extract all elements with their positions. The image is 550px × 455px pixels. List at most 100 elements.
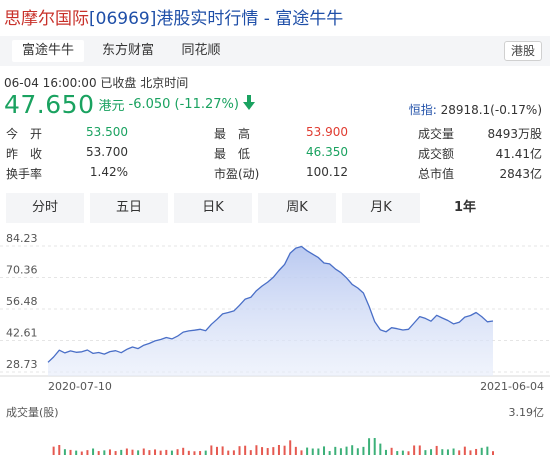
volume-bar <box>52 446 55 455</box>
period-tab-bar: 分时 五日 日K 周K 月K 1年 <box>0 193 550 225</box>
volume-bar <box>238 446 241 455</box>
stat-label-low: 最 低 <box>214 147 251 161</box>
price-chart[interactable]: 84.23 70.36 56.48 42.61 28.73 2020-07-10 2021-… <box>0 226 550 455</box>
volume-bar <box>373 438 376 455</box>
volume-bar <box>334 446 337 455</box>
volume-bar <box>446 449 449 455</box>
index-value: 28918.1(-0.17%) <box>440 103 542 117</box>
volume-bar <box>475 448 478 455</box>
volume-bar <box>323 446 326 455</box>
market-status: 已收盘 <box>100 76 137 90</box>
volume-bar <box>328 451 331 455</box>
stat-label-turnover-rate: 换手率 <box>6 167 43 181</box>
volume-bar <box>351 445 354 455</box>
volume-bar <box>311 448 314 455</box>
volume-bar <box>345 446 348 455</box>
stat-value-high: 53.900 <box>306 125 348 139</box>
tab-monthly-k[interactable]: 月K <box>342 193 420 223</box>
volume-bar <box>86 450 89 455</box>
volume-bar <box>125 448 128 455</box>
volume-bar <box>306 447 309 455</box>
volume-bar <box>154 449 157 455</box>
stat-value-market-cap: 2843亿 <box>499 167 542 181</box>
volume-bar <box>424 450 427 455</box>
volume-bar <box>384 449 387 455</box>
tab-weekly-k[interactable]: 周K <box>258 193 336 223</box>
volume-bar <box>215 446 218 455</box>
index-label[interactable]: 恒指: <box>409 103 437 117</box>
volume-bar <box>193 451 196 455</box>
tab-five-day[interactable]: 五日 <box>90 193 168 223</box>
volume-bar <box>458 450 461 455</box>
volume-bar <box>272 447 275 455</box>
down-arrow-icon <box>242 95 255 114</box>
y-tick-label: 84.23 <box>6 232 38 245</box>
source-tab-bar: 富途牛牛 东方财富 同花顺 港股 <box>0 36 550 66</box>
volume-bar <box>401 450 404 455</box>
volume-bar <box>165 449 168 455</box>
volume-bar <box>97 451 100 455</box>
volume-bar <box>232 450 235 455</box>
volume-bar <box>170 450 173 455</box>
source-tab-futu[interactable]: 富途牛牛 <box>12 40 84 62</box>
volume-bar <box>368 438 371 455</box>
volume-bar <box>159 450 162 455</box>
y-tick-label: 56.48 <box>6 295 38 308</box>
quote-stats: 今 开 53.500 昨 收 53.700 换手率 1.42% 最 高 53.9… <box>0 125 550 185</box>
volume-bar <box>480 447 483 455</box>
volume-bar <box>148 450 151 455</box>
volume-bar <box>300 450 303 455</box>
stat-value-volume: 8493万股 <box>487 127 542 141</box>
volume-bar <box>69 449 72 455</box>
stat-label-high: 最 高 <box>214 127 251 141</box>
x-start-date-label: 2020-07-10 <box>48 380 112 393</box>
quote-datetime: 06-04 16:00:00 <box>4 76 97 90</box>
tab-intraday[interactable]: 分时 <box>6 193 84 223</box>
stat-label-market-cap: 总市值 <box>418 167 455 181</box>
volume-bar <box>390 447 393 455</box>
stat-label-amount: 成交额 <box>418 147 455 161</box>
stat-value-amount: 41.41亿 <box>495 147 542 161</box>
volume-bar <box>418 445 421 455</box>
stat-value-prev-close: 53.700 <box>86 145 128 159</box>
last-price: 47.650 <box>4 90 95 119</box>
company-name-link[interactable]: 思摩尔国际 <box>4 9 89 29</box>
volume-bar <box>199 451 202 455</box>
stat-value-pe: 100.12 <box>306 165 348 179</box>
volume-bar <box>80 451 83 455</box>
volume-bar <box>266 448 269 455</box>
volume-bar <box>63 449 66 455</box>
volume-bar <box>492 451 494 455</box>
volume-bar <box>176 449 179 455</box>
source-tab-tonghuashun[interactable]: 同花顺 <box>170 40 232 62</box>
volume-bar <box>356 448 359 455</box>
volume-bar <box>294 446 297 455</box>
volume-bar <box>92 448 95 455</box>
volume-bar <box>221 446 224 455</box>
volume-bar <box>413 445 416 455</box>
source-tab-eastmoney[interactable]: 东方财富 <box>92 40 164 62</box>
tab-daily-k[interactable]: 日K <box>174 193 252 223</box>
volume-bar <box>277 445 280 455</box>
stat-value-low: 46.350 <box>306 145 348 159</box>
volume-bar <box>210 445 213 455</box>
volume-bar <box>187 450 190 455</box>
volume-bar <box>131 449 134 455</box>
x-end-date-label: 2021-06-04 <box>480 380 544 393</box>
volume-bar <box>396 451 399 455</box>
y-tick-label: 42.61 <box>6 326 38 339</box>
y-tick-label: 28.73 <box>6 358 38 371</box>
volume-bar <box>469 450 472 455</box>
market-badge[interactable]: 港股 <box>503 41 542 61</box>
title-text[interactable]: [06969]港股实时行情 - 富途牛牛 <box>89 9 343 29</box>
volume-bar <box>317 448 320 455</box>
stat-value-open: 53.500 <box>86 125 128 139</box>
volume-bar <box>244 445 247 455</box>
stat-label-prev-close: 昨 收 <box>6 147 43 161</box>
volume-bar <box>261 447 264 455</box>
volume-bar <box>435 445 438 455</box>
tab-one-year[interactable]: 1年 <box>426 193 504 223</box>
volume-bar <box>289 440 292 455</box>
timezone-label: 北京时间 <box>140 76 189 90</box>
volume-bar <box>255 445 258 455</box>
